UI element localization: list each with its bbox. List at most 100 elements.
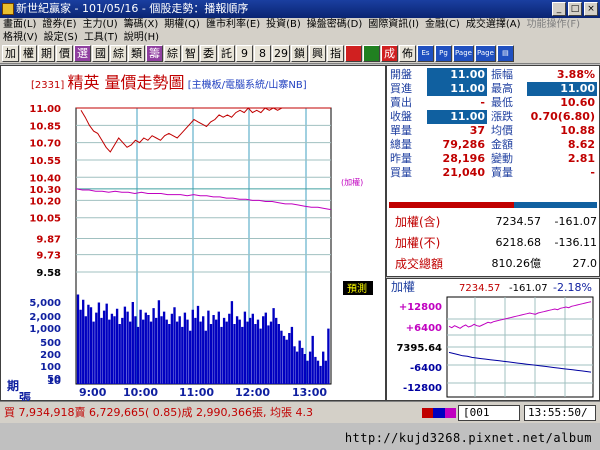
index-row-label: 成交總額: [395, 257, 444, 271]
tb-button-1[interactable]: 加: [2, 45, 19, 62]
tb-button-page2[interactable]: Page: [474, 45, 496, 62]
volume-tick-label: 100: [40, 362, 61, 373]
mini-axis-top-1: +12800: [399, 302, 442, 313]
menu-invest[interactable]: 投資(B): [263, 18, 304, 31]
price-tick-label: 10.05: [29, 214, 61, 225]
tb-button-22[interactable]: 成: [381, 45, 398, 62]
menu-trading-code[interactable]: 操盤密碼(D): [304, 18, 366, 31]
menu-forex[interactable]: 匯市利率(E): [203, 18, 263, 31]
tb-button-ext[interactable]: ▤: [496, 45, 514, 62]
tb-button-page[interactable]: Page: [453, 45, 474, 62]
quote-row: 昨量 28,196 變動 2.81: [387, 152, 600, 166]
quote-label: 總量: [390, 138, 412, 151]
index-row-value: 810.26億: [491, 257, 542, 270]
menu-help[interactable]: 說明(H): [121, 31, 162, 44]
tb-button-5[interactable]: 選: [74, 45, 91, 62]
quote-label: 開盤: [390, 68, 412, 81]
tb-button-16[interactable]: 29: [272, 45, 290, 62]
time-tick-label: 12:00: [235, 386, 270, 399]
menu-finance[interactable]: 金融(C): [422, 18, 463, 31]
price-tick-label: 10.85: [29, 121, 61, 132]
menu-bar: 畫面(L) 證券(E) 主力(U) 籌碼(X) 期權(Q) 匯市利率(E) 投資…: [0, 18, 600, 31]
tb-button-21[interactable]: [363, 45, 380, 62]
quote-value: 10.88: [560, 124, 595, 137]
index-row: 加權(含) 7234.57 -161.07: [387, 213, 600, 231]
watermark-bar: http://kujd3268.pixnet.net/album: [0, 423, 600, 450]
index-mini-chart[interactable]: 加權 7234.57 -161.07 -2.18% +12800 +6400 7395.64…: [386, 278, 600, 401]
quote-value: -: [480, 96, 485, 109]
tb-button-12[interactable]: 委: [200, 45, 217, 62]
tb-button-13[interactable]: 託: [218, 45, 235, 62]
tb-button-4[interactable]: 價: [56, 45, 73, 62]
tb-button-10[interactable]: 綜: [164, 45, 181, 62]
menu-options[interactable]: 期權(Q): [161, 18, 203, 31]
minimize-button[interactable]: _: [552, 2, 566, 16]
tb-button-3[interactable]: 期: [38, 45, 55, 62]
volume-tick-label: 10: [47, 376, 61, 387]
volume-tick-label: 1,000: [29, 324, 61, 335]
app-icon: [2, 3, 14, 15]
price-tick-label: 10.55: [29, 156, 61, 167]
tb-button-14[interactable]: 9: [236, 45, 253, 62]
time-tick-label: 10:00: [123, 386, 158, 399]
menu-view[interactable]: 格視(V): [0, 31, 41, 44]
mini-change: -161.07: [509, 283, 548, 294]
tb-button-2[interactable]: 權: [20, 45, 37, 62]
status-color-strip: [422, 408, 456, 418]
mini-lower-line: [448, 351, 592, 373]
index-row-value: 6218.68: [495, 236, 542, 249]
time-tick-label: 9:00: [79, 386, 107, 399]
price-tick-label: 10.20: [29, 196, 61, 207]
index-row: 成交總額 810.26億 27.0: [387, 255, 600, 273]
price-volume-chart[interactable]: [2331] 精英 量價走勢圖 [主機板/電腦系統/山寨NB] 9:00 10:0…: [0, 65, 386, 402]
close-button[interactable]: ×: [584, 2, 598, 16]
quote-label: 漲跌: [491, 110, 513, 123]
menu-functions[interactable]: 功能操作(F): [524, 18, 584, 31]
quote-value: 28,196: [442, 152, 485, 165]
tb-button-17[interactable]: 鎖: [291, 45, 308, 62]
tb-button-6[interactable]: 國: [92, 45, 109, 62]
tb-button-15[interactable]: 8: [254, 45, 271, 62]
price-tick-label: 11.00: [29, 104, 61, 115]
window-title: 新世紀贏家 - 101/05/16 - 個股走勢：播報順序: [16, 2, 249, 15]
index-row: 加權(不) 6218.68 -136.11: [387, 234, 600, 252]
volume-tick-label: 5,000: [29, 298, 61, 309]
menu-intl-info[interactable]: 國際資訊(I): [365, 18, 422, 31]
volume-tick-label: 500: [40, 338, 61, 349]
quote-value: 11.00: [427, 110, 487, 124]
menu-trade-select[interactable]: 成交選擇(A): [463, 18, 524, 31]
menu-securities[interactable]: 證券(E): [39, 18, 79, 31]
tb-button-9[interactable]: 籌: [146, 45, 163, 62]
quote-row: 總量 79,286 金額 8.62: [387, 138, 600, 152]
tb-button-23[interactable]: 佈: [399, 45, 416, 62]
price-tick-label: 9.58: [36, 268, 61, 279]
menu-settings[interactable]: 設定(S): [41, 31, 81, 44]
quote-value: 10.60: [560, 96, 595, 109]
menu-screen[interactable]: 畫面(L): [0, 18, 39, 31]
tb-button-11[interactable]: 智: [182, 45, 199, 62]
tb-button-20[interactable]: [345, 45, 362, 62]
tb-button-esc[interactable]: Es: [417, 45, 434, 62]
price-line: [80, 107, 286, 153]
quote-row: 開盤 11.00 振幅 3.88%: [387, 68, 600, 82]
tb-button-7[interactable]: 綜: [110, 45, 127, 62]
quote-value: 11.00: [427, 68, 487, 82]
stock-code-input[interactable]: [001: [458, 405, 520, 421]
tb-button-pg[interactable]: Pg: [435, 45, 452, 62]
tb-button-8[interactable]: 類: [128, 45, 145, 62]
volume-tick-label: 2,000: [29, 312, 61, 323]
menu-chips[interactable]: 籌碼(X): [121, 18, 162, 31]
volume-unit-label-1: 期: [7, 378, 19, 393]
maximize-button[interactable]: □: [568, 2, 582, 16]
price-tick-label: 10.70: [29, 139, 61, 150]
index-row-change: 27.0: [572, 257, 598, 270]
mini-label: 加權: [391, 280, 415, 294]
tb-button-19[interactable]: 指: [327, 45, 344, 62]
quote-label: 金額: [491, 138, 513, 151]
quote-row: 收盤 11.00 漲跌 0.70(6.80): [387, 110, 600, 124]
index-row-value: 7234.57: [495, 215, 542, 228]
tb-button-18[interactable]: 興: [309, 45, 326, 62]
menu-tools[interactable]: 工具(T): [81, 31, 121, 44]
menu-main-force[interactable]: 主力(U): [80, 18, 121, 31]
quote-value: 37: [469, 124, 485, 137]
